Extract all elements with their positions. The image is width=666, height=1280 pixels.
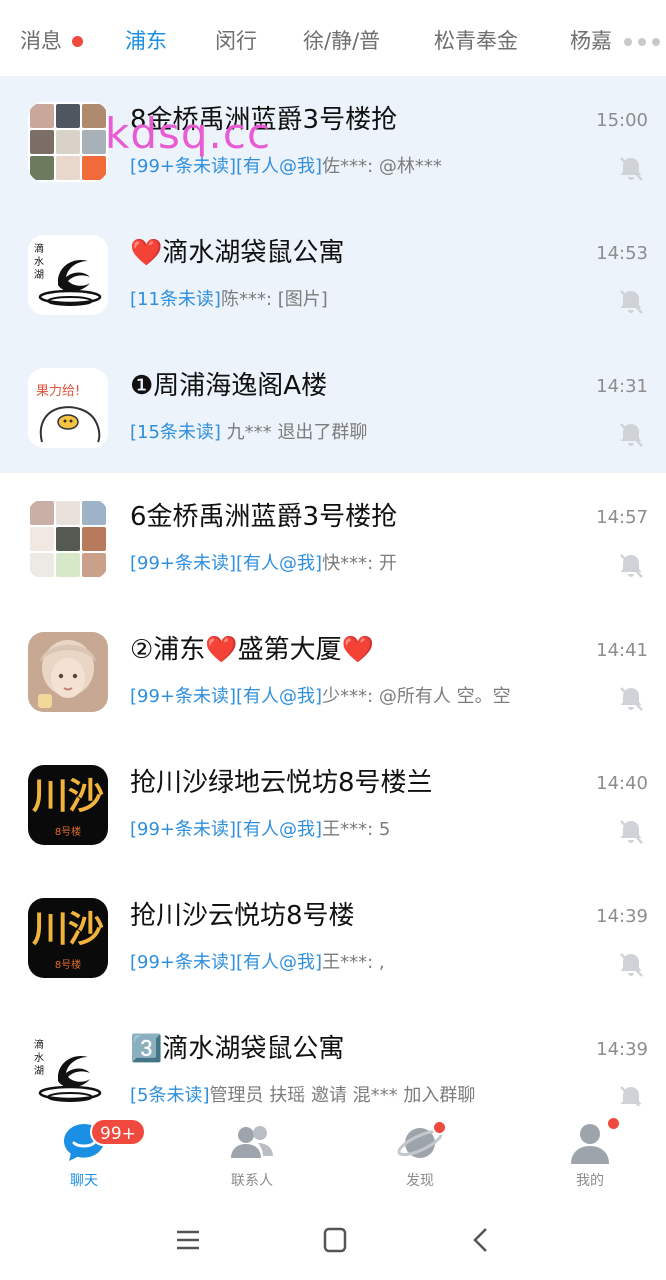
last-message: 陈***: [图片] — [220, 289, 328, 310]
watermark: kdsq.cc — [105, 109, 272, 158]
discover-unread-dot — [432, 1120, 447, 1135]
muted-bell-icon — [620, 1086, 642, 1106]
recent-apps-icon[interactable] — [168, 1224, 208, 1256]
last-message: 王***: , — [322, 952, 385, 973]
chat-title: ②浦东❤️盛第大厦❤️ — [130, 635, 375, 665]
unread-tag: [11条未读] — [130, 289, 221, 310]
nav-me-label: 我的 — [576, 1173, 604, 1189]
nav-chat[interactable]: 99+ 聊天 — [24, 1106, 146, 1198]
chat-time: 14:53 — [596, 243, 648, 264]
chat-preview: [99+条未读][有人@我]王***: , — [130, 949, 385, 977]
chat-row[interactable]: 8金桥禹洲蓝爵3号楼抢 15:00 [99+条未读][有人@我]佐***: @林… — [0, 76, 666, 209]
muted-bell-icon — [620, 157, 643, 181]
muted-bell-icon — [620, 820, 643, 844]
nav-chat-label: 聊天 — [70, 1173, 98, 1189]
tab-messages[interactable]: 消息 — [20, 26, 62, 56]
nav-discover[interactable]: 发现 — [360, 1106, 480, 1198]
contacts-icon — [231, 1126, 273, 1158]
chat-row[interactable]: 川沙 8号楼 抢川沙绿地云悦坊8号楼兰 14:40 [99+条未读][有人@我]… — [0, 739, 666, 872]
chat-row[interactable]: 6金桥禹洲蓝爵3号楼抢 14:57 [99+条未读][有人@我]快***: 开 — [0, 473, 666, 606]
group-avatar: 果力给! — [28, 368, 108, 448]
muted-bell-icon — [620, 687, 643, 711]
last-message: 快***: 开 — [322, 553, 397, 574]
chat-time: 15:00 — [596, 110, 648, 131]
bottom-navigation: 99+ 聊天 联系人 发现 我的 — [0, 1106, 666, 1198]
top-tab-bar: 消息 浦东 闵行 徐/静/普 松青奉金 杨嘉 — [0, 0, 666, 76]
chat-preview: [5条未读]管理员 扶瑶 邀请 混*** 加入群聊 — [130, 1082, 475, 1106]
group-avatar: 滴 水 湖 — [28, 1031, 108, 1106]
muted-bell-icon — [620, 423, 643, 447]
group-avatar: 滴 水 湖 — [28, 235, 108, 315]
muted-bell-icon — [620, 290, 643, 314]
chat-time: 14:41 — [596, 640, 648, 661]
unread-tag: [99+条未读][有人@我] — [130, 686, 323, 707]
nav-contacts-label: 联系人 — [231, 1173, 273, 1189]
more-tabs-icon[interactable] — [624, 38, 660, 46]
chat-preview: [99+条未读][有人@我]快***: 开 — [130, 550, 397, 578]
chat-row[interactable]: 川沙 8号楼 抢川沙云悦坊8号楼 14:39 [99+条未读][有人@我]王**… — [0, 872, 666, 1005]
chat-title: 3️⃣滴水湖袋鼠公寓 — [130, 1034, 345, 1064]
chat-time: 14:39 — [596, 906, 648, 927]
group-avatar: 川沙 8号楼 — [28, 765, 108, 845]
chat-list[interactable]: 8金桥禹洲蓝爵3号楼抢 15:00 [99+条未读][有人@我]佐***: @林… — [0, 76, 666, 1106]
chat-time: 14:39 — [596, 1039, 648, 1060]
chat-preview: [99+条未读][有人@我]少***: @所有人 空。空 — [130, 683, 511, 711]
avatar-text: 川沙 — [31, 776, 104, 817]
chat-preview: [99+条未读][有人@我]王***: 5 — [130, 816, 390, 844]
chat-title: ❤️滴水湖袋鼠公寓 — [130, 238, 345, 268]
avatar-subtext: 8号楼 — [54, 827, 82, 838]
unread-tag: [99+条未读][有人@我] — [130, 819, 323, 840]
tab-minhang[interactable]: 闵行 — [215, 26, 257, 56]
last-message: 王***: 5 — [322, 819, 391, 840]
chat-title: 6金桥禹洲蓝爵3号楼抢 — [130, 502, 398, 532]
unread-tag: [99+条未读][有人@我] — [130, 156, 323, 177]
chat-row[interactable]: 滴 水 湖 3️⃣滴水湖袋鼠公寓 14:39 [5条未读]管理员 扶瑶 邀请 混… — [0, 1005, 666, 1106]
avatar-subtext: 8号楼 — [54, 960, 82, 971]
avatar-text: 川沙 — [31, 909, 104, 950]
muted-bell-icon — [620, 554, 643, 578]
chat-row[interactable]: 果力给! ❶周浦海逸阁A楼 14:31 [15条未读] 九*** 退出了群聊 — [0, 342, 666, 473]
last-message: 管理员 扶瑶 邀请 混*** 加入群聊 — [209, 1085, 476, 1106]
avatar-text: 滴 水 湖 — [34, 244, 44, 281]
unread-tag: [99+条未读][有人@我] — [130, 952, 323, 973]
unread-tag: [5条未读] — [130, 1085, 210, 1106]
chat-title: 抢川沙绿地云悦坊8号楼兰 — [130, 768, 433, 798]
back-icon[interactable] — [462, 1224, 502, 1256]
chat-title: 抢川沙云悦坊8号楼 — [130, 901, 355, 931]
chat-preview: [11条未读]陈***: [图片] — [130, 286, 328, 314]
chat-row[interactable]: ②浦东❤️盛第大厦❤️ 14:41 [99+条未读][有人@我]少***: @所… — [0, 606, 666, 739]
portrait-photo-icon — [28, 632, 108, 712]
group-avatar: 川沙 8号楼 — [28, 898, 108, 978]
nav-me[interactable]: 我的 — [530, 1106, 650, 1198]
home-icon[interactable] — [315, 1224, 355, 1256]
nav-contacts[interactable]: 联系人 — [192, 1106, 312, 1198]
profile-unread-dot — [606, 1116, 621, 1131]
chat-title: ❶周浦海逸阁A楼 — [130, 371, 328, 401]
unread-tag: [99+条未读][有人@我] — [130, 553, 323, 574]
last-message: 九*** 退出了群聊 — [220, 422, 368, 443]
tab-yang-jia[interactable]: 杨嘉 — [570, 26, 612, 56]
muted-bell-icon — [620, 953, 643, 977]
chat-row[interactable]: 滴 水 湖 ❤️滴水湖袋鼠公寓 14:53 [11条未读]陈***: [图片] — [0, 209, 666, 342]
tab-pudong[interactable]: 浦东 — [125, 26, 167, 56]
tab-xu-jing-pu[interactable]: 徐/静/普 — [303, 26, 380, 56]
last-message: 少***: @所有人 空。空 — [322, 686, 511, 707]
chat-time: 14:31 — [596, 376, 648, 397]
chat-preview: [15条未读] 九*** 退出了群聊 — [130, 419, 367, 447]
unread-badge: 99+ — [90, 1118, 146, 1146]
tab-messages-unread-dot — [72, 36, 83, 47]
last-message: 佐***: @林*** — [322, 156, 442, 177]
unread-tag: [15条未读] — [130, 422, 221, 443]
chat-time: 14:57 — [596, 507, 648, 528]
group-avatar — [28, 632, 108, 712]
system-navigation-bar — [0, 1198, 666, 1280]
group-avatar — [28, 499, 108, 579]
group-avatar — [28, 102, 108, 182]
chat-time: 14:40 — [596, 773, 648, 794]
avatar-text: 果力给! — [36, 384, 81, 399]
avatar-text: 滴 水 湖 — [34, 1040, 44, 1077]
nav-discover-label: 发现 — [406, 1173, 434, 1189]
tab-song-qing-feng-jin[interactable]: 松青奉金 — [434, 26, 518, 56]
